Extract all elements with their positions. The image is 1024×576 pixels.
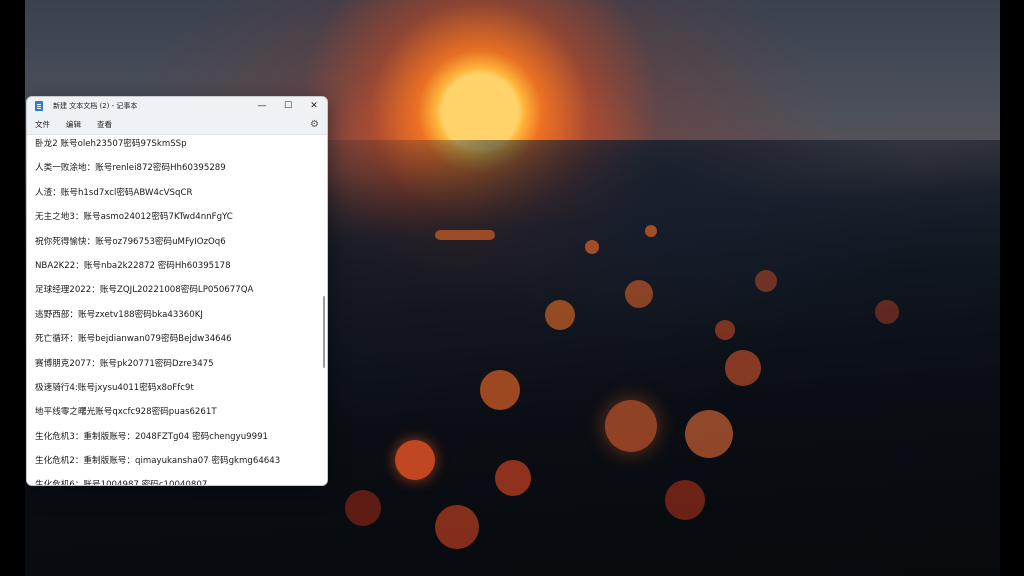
bokeh-light — [725, 350, 761, 386]
text-line: 人渣：账号h1sd7xcl密码ABW4cVSqCR — [35, 187, 193, 198]
bokeh-light — [665, 480, 705, 520]
text-line: 足球经理2022：账号ZQJL20221008密码LP050677QA — [35, 285, 254, 296]
bokeh-light — [495, 460, 531, 496]
text-line: 逃野西部：账号zxetv188密码bka43360KJ — [35, 309, 203, 320]
bokeh-light — [755, 270, 777, 292]
bokeh-light — [685, 410, 733, 458]
notepad-icon — [35, 101, 43, 111]
bokeh-light — [345, 490, 381, 526]
close-button[interactable]: ✕ — [301, 97, 327, 115]
bokeh-light — [585, 240, 599, 254]
text-line: NBA2K22：账号nba2k22872 密码Hh60395178 — [35, 260, 231, 271]
menu-bar: 文件 编辑 查看 ⚙ — [27, 115, 327, 135]
text-line: 卧龙2 账号oleh23507密码97SkmSSp — [35, 139, 187, 149]
minimize-button[interactable]: — — [249, 97, 275, 115]
editor-lines: 卧龙2 账号oleh23507密码97SkmSSp 人类一败涂地：账号renle… — [35, 136, 281, 486]
text-line: 极速骑行4:账号jxysu4011密码x8oFfc9t — [35, 382, 194, 393]
bokeh-light — [715, 320, 735, 340]
text-line: 生化危机2：重制版账号：qimayukansha07 密码gkmg64643 — [35, 456, 281, 467]
bokeh-light — [605, 400, 657, 452]
bokeh-light — [480, 370, 520, 410]
bokeh-light — [545, 300, 575, 330]
menu-view[interactable]: 查看 — [97, 119, 112, 130]
bokeh-light — [435, 230, 495, 240]
maximize-button[interactable]: ☐ — [275, 97, 301, 115]
bokeh-light — [875, 300, 899, 324]
menu-file[interactable]: 文件 — [35, 119, 50, 130]
bokeh-light — [395, 440, 435, 480]
vertical-scrollbar[interactable] — [323, 296, 325, 368]
text-line: 死亡循环：账号bejdianwan079密码Bejdw34646 — [35, 334, 232, 345]
gear-icon[interactable]: ⚙ — [310, 119, 319, 130]
text-line: 人类一败涂地：账号renlei872密码Hh60395289 — [35, 163, 226, 174]
title-bar[interactable]: 新建 文本文档 (2) - 记事本 — ☐ ✕ — [27, 97, 327, 115]
text-editor[interactable]: 卧龙2 账号oleh23507密码97SkmSSp 人类一败涂地：账号renle… — [27, 136, 327, 486]
text-line: 生化危机3：重制版账号：2048FZTg04 密码chengyu9991 — [35, 431, 269, 442]
text-line: 无主之地3：账号asmo24012密码7KTwd4nnFgYC — [35, 212, 233, 223]
text-line: 祝你死得愉快：账号oz796753密码uMFyIOzOq6 — [35, 236, 226, 247]
bokeh-light — [435, 505, 479, 549]
menu-edit[interactable]: 编辑 — [66, 119, 81, 130]
right-black-bar — [1000, 0, 1024, 576]
text-line: 生化危机6：账号1004987 密码c10040807 — [35, 480, 208, 486]
text-line: 赛博朋克2077：账号pk20771密码Dzre3475 — [35, 358, 214, 369]
bokeh-light — [625, 280, 653, 308]
bokeh-light — [645, 225, 657, 237]
text-line: 地平线零之曙光账号qxcfc928密码puas6261T — [35, 407, 217, 418]
notepad-window[interactable]: 新建 文本文档 (2) - 记事本 — ☐ ✕ 文件 编辑 查看 ⚙ 卧龙2 账… — [26, 96, 328, 486]
window-title: 新建 文本文档 (2) - 记事本 — [53, 102, 138, 110]
left-black-bar — [0, 0, 25, 576]
